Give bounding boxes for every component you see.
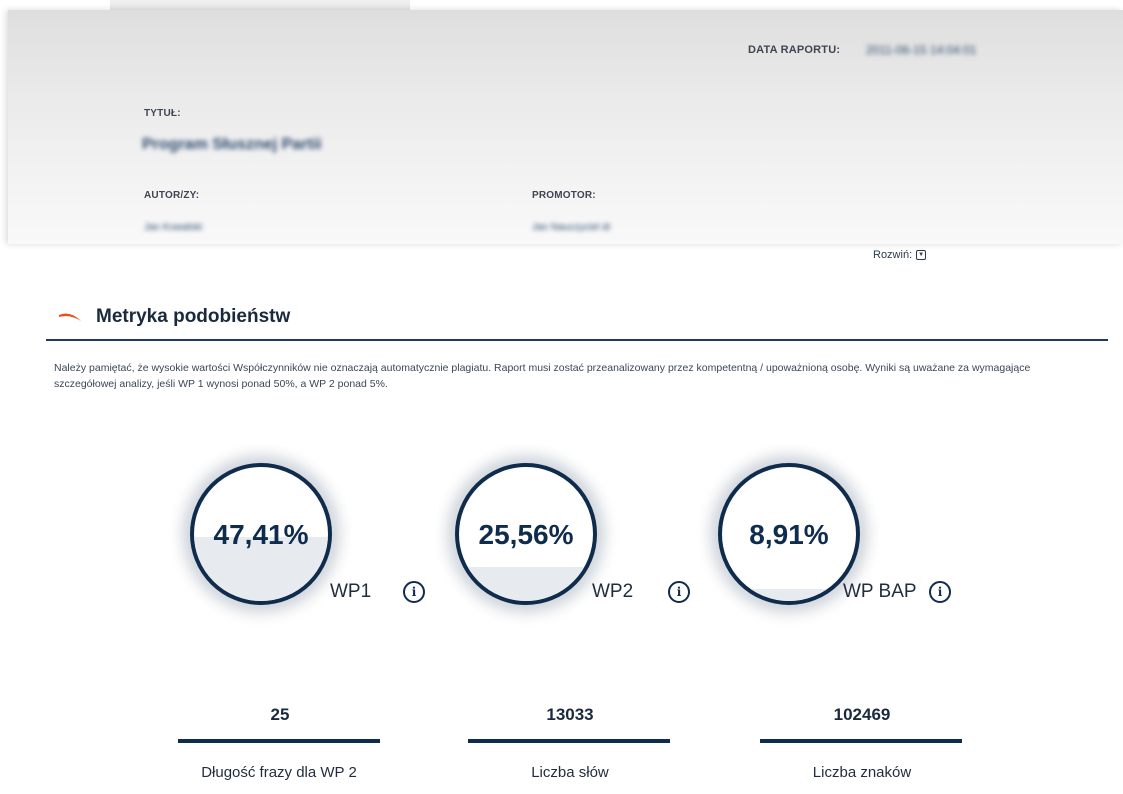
gauge-fill xyxy=(722,589,856,601)
stat-label-phrase-length: Długość frazy dla WP 2 xyxy=(201,764,357,781)
report-date-value: 2011-06-15 14:04:01 xyxy=(866,43,977,57)
chevron-down-icon[interactable]: ▼ xyxy=(916,250,927,260)
title-value: Program Słusznej Partii xyxy=(142,136,322,153)
info-icon[interactable]: i xyxy=(403,581,425,603)
gauge-wp1: 47,41% xyxy=(190,463,332,605)
section-description: Należy pamiętać, że wysokie wartości Wsp… xyxy=(54,362,1031,390)
stat-value-char-count: 102469 xyxy=(833,705,891,724)
info-icon[interactable]: i xyxy=(668,581,690,603)
section-divider xyxy=(46,339,1108,341)
gauge-label-wp1: WP1 xyxy=(330,581,372,602)
author-label: AUTOR/ZY: xyxy=(144,190,200,201)
title-label: TYTUŁ: xyxy=(144,108,181,119)
expand-label: Rozwiń: xyxy=(873,249,913,261)
gauge-value: 47,41% xyxy=(213,519,309,550)
report-header: DATA RAPORTU: 2011-06-15 14:04:01 TYTUŁ:… xyxy=(8,10,1123,244)
promoter-label: PROMOTOR: xyxy=(532,190,596,201)
gauge-value: 25,56% xyxy=(478,519,574,550)
stat-divider xyxy=(178,739,380,743)
gauge-label-wp-bap: WP BAP xyxy=(843,581,917,602)
report-date-label: DATA RAPORTU: xyxy=(748,44,841,56)
gauge-value: 8,91% xyxy=(749,519,829,550)
gauge-fill xyxy=(459,566,593,601)
stat-divider xyxy=(468,739,670,743)
swoosh-icon xyxy=(59,313,81,321)
stat-label-char-count: Liczba znaków xyxy=(812,764,912,781)
promoter-value: Jan Nauczyciel dr xyxy=(532,222,611,233)
stat-value-word-count: 13033 xyxy=(546,705,594,724)
stat-label-word-count: Liczba słów xyxy=(531,764,609,781)
author-value: Jan Kowalski xyxy=(144,222,203,233)
stat-value-phrase-length: 25 xyxy=(270,705,290,724)
gauge-wp-bap: 8,91% xyxy=(718,463,860,605)
section-header: Metryka podobieństw xyxy=(58,306,290,328)
gauge-wp2: 25,56% xyxy=(455,463,597,605)
expand-toggle[interactable]: Rozwiń: ▼ xyxy=(873,249,927,261)
info-icon[interactable]: i xyxy=(929,581,951,603)
section-title: Metryka podobieństw xyxy=(96,306,291,327)
gauge-label-wp2: WP2 xyxy=(592,581,634,602)
stat-divider xyxy=(760,739,962,743)
